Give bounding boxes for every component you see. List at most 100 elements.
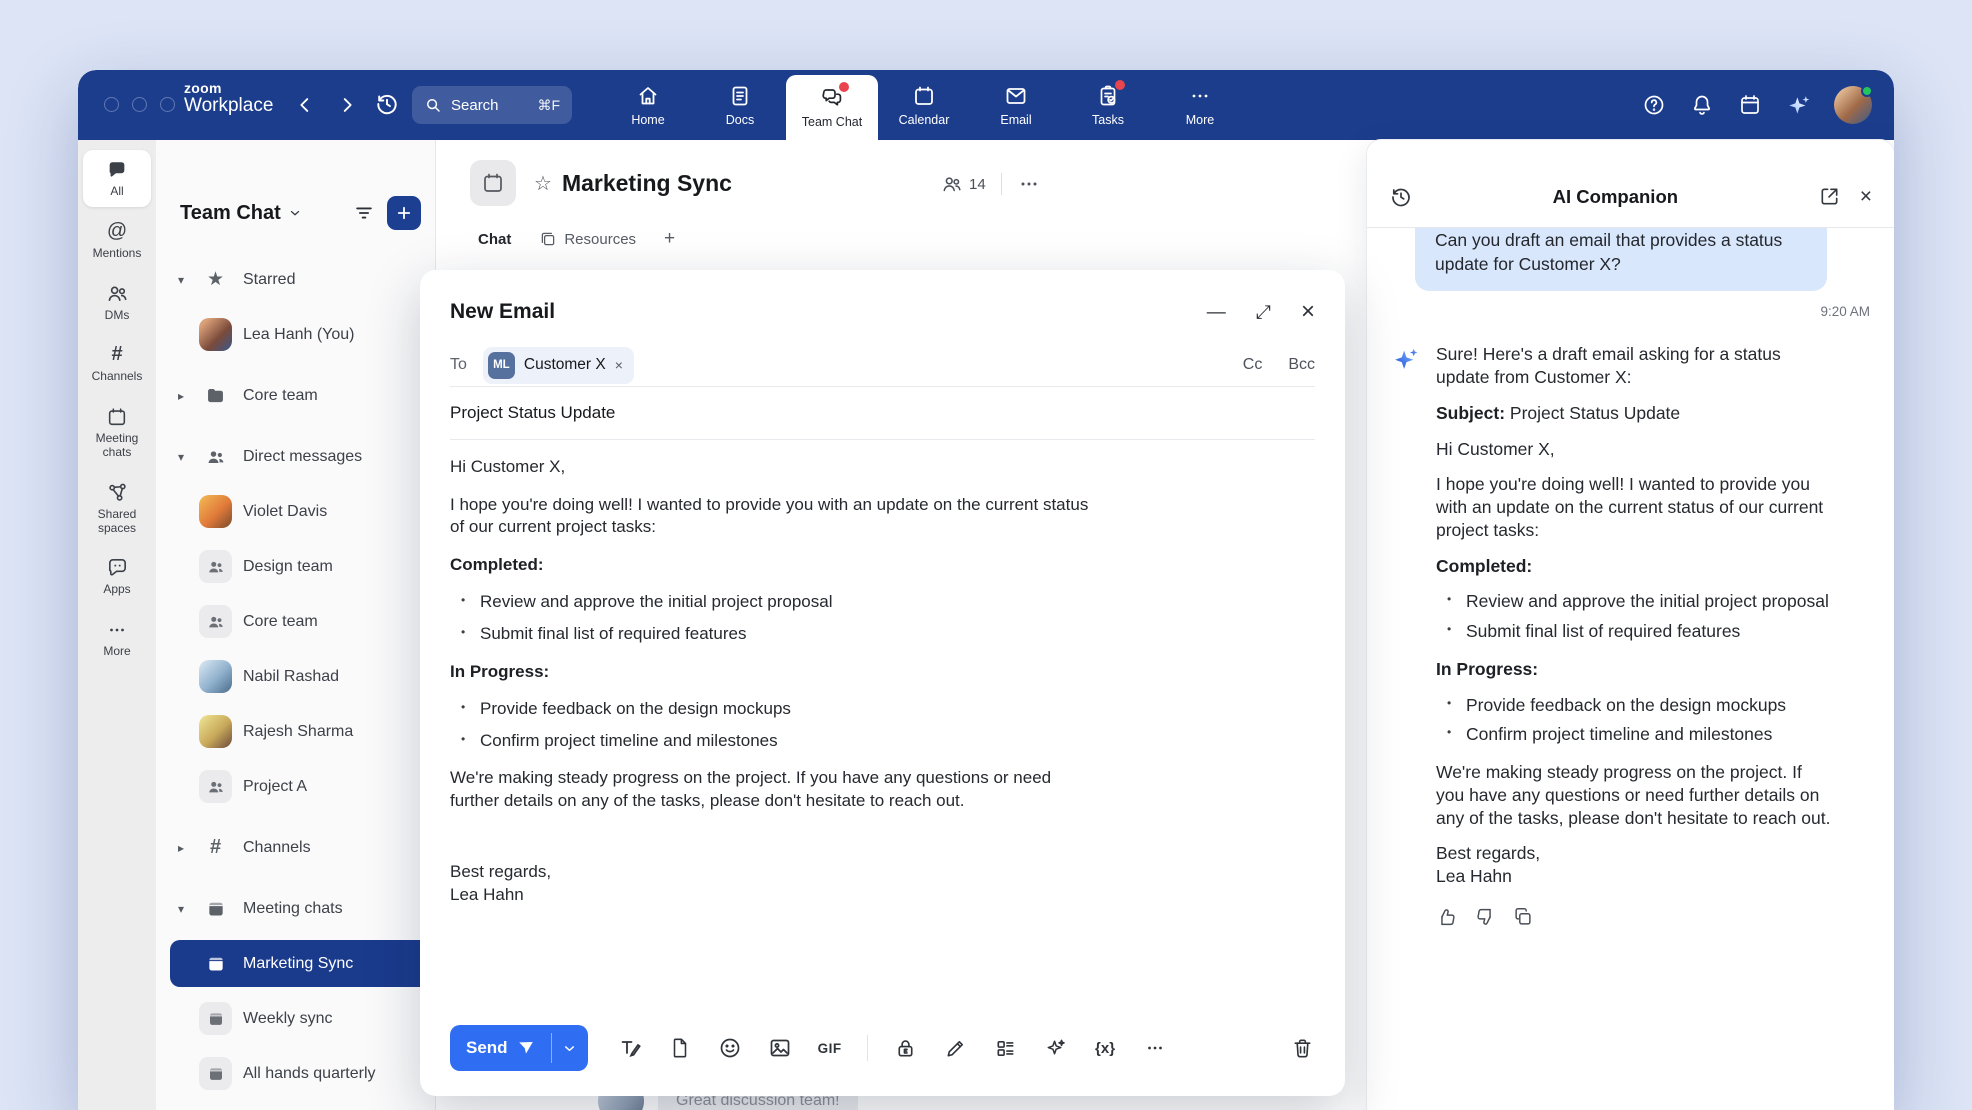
delete-draft-icon[interactable] (1290, 1036, 1315, 1061)
list-item-rajesh-sharma[interactable]: Rajesh Sharma (156, 704, 435, 759)
top-nav: Home Docs Team Chat Calendar Email (602, 70, 1246, 140)
list-item-all-hands-quarterly[interactable]: All hands quarterly (156, 1046, 435, 1101)
nav-more[interactable]: More (1154, 70, 1246, 140)
add-tab-button[interactable]: + (664, 228, 675, 250)
subject-field[interactable]: Project Status Update (450, 387, 1315, 439)
list-item-violet-davis[interactable]: Violet Davis (156, 484, 435, 539)
nav-calendar[interactable]: Calendar (878, 70, 970, 140)
cc-button[interactable]: Cc (1243, 356, 1263, 374)
nav-home[interactable]: Home (602, 70, 694, 140)
home-icon (636, 84, 660, 108)
list-item-lea-rajesh-11[interactable]: Lea/Rajesh 1:1 (156, 1101, 435, 1110)
list-item-marketing-sync[interactable]: Marketing Sync (156, 936, 435, 991)
list-item-lea-hanh[interactable]: Lea Hanh (You) (156, 307, 435, 362)
close-icon[interactable]: × (1860, 186, 1872, 207)
recipient-chip[interactable]: ML Customer X × (483, 347, 634, 384)
caret-right-icon[interactable]: ▸ (174, 389, 188, 403)
image-icon[interactable] (768, 1036, 793, 1061)
user-avatar[interactable] (1834, 86, 1872, 124)
rail-item-shared-spaces[interactable]: Shared spaces (83, 473, 151, 544)
thumbs-up-icon[interactable] (1436, 906, 1458, 928)
group-avatar-icon (199, 605, 232, 638)
section-core-team[interactable]: ▸ Core team (156, 368, 435, 423)
tab-chat[interactable]: Chat (478, 231, 511, 248)
bcc-button[interactable]: Bcc (1288, 356, 1315, 374)
nav-docs[interactable]: Docs (694, 70, 786, 140)
rail-item-dms[interactable]: DMs (83, 274, 151, 331)
rail-item-more[interactable]: More (83, 610, 151, 667)
team-chat-title-dropdown[interactable]: Team Chat (180, 202, 302, 225)
ai-companion-logo-icon (1391, 345, 1421, 375)
to-field[interactable]: To ML Customer X × Cc Bcc (450, 344, 1315, 386)
modal-window-buttons: — ⤢ × (1207, 300, 1315, 324)
email-body-editor[interactable]: Hi Customer X, I hope you're doing well!… (450, 440, 1090, 907)
send-options-dropdown[interactable] (552, 1025, 588, 1071)
expand-icon[interactable]: ⤢ (1256, 303, 1271, 322)
hash-icon: # (199, 831, 232, 864)
chevron-down-icon (562, 1041, 577, 1056)
gif-icon[interactable]: GIF (818, 1036, 842, 1061)
forward-arrow-icon[interactable] (334, 92, 360, 118)
traffic-light-minimize[interactable] (132, 97, 147, 112)
text-format-icon[interactable] (618, 1036, 643, 1061)
signature-pencil-icon[interactable] (943, 1036, 968, 1061)
channel-more-icon[interactable] (1017, 172, 1041, 196)
filter-icon[interactable] (353, 202, 375, 224)
close-icon[interactable]: × (1301, 300, 1315, 324)
encrypt-lock-icon[interactable] (893, 1036, 918, 1061)
open-in-new-icon[interactable] (1818, 185, 1842, 209)
calendar-date-icon[interactable] (1738, 93, 1762, 117)
history-icon[interactable] (1389, 185, 1413, 209)
traffic-light-zoom[interactable] (160, 97, 175, 112)
nav-email[interactable]: Email (970, 70, 1062, 140)
new-chat-button[interactable] (387, 196, 421, 230)
caret-right-icon[interactable]: ▸ (174, 841, 188, 855)
thumbs-down-icon[interactable] (1474, 906, 1496, 928)
help-icon[interactable] (1642, 93, 1666, 117)
caret-down-icon[interactable]: ▾ (174, 273, 188, 287)
variables-icon[interactable]: {x} (1093, 1036, 1118, 1061)
list-item-project-a[interactable]: Project A (156, 759, 435, 814)
section-direct-messages[interactable]: ▾ Direct messages (156, 429, 435, 484)
section-meeting-chats[interactable]: ▾ Meeting chats (156, 881, 435, 936)
notifications-bell-icon[interactable] (1690, 93, 1714, 117)
zoom-workplace-logo: zoom Workplace (184, 81, 273, 116)
more-options-icon[interactable] (1143, 1036, 1168, 1061)
rail-item-channels[interactable]: # Channels (83, 335, 151, 392)
member-count[interactable]: 14 (941, 173, 986, 195)
list-item-core-team-group[interactable]: Core team (156, 594, 435, 649)
template-layout-icon[interactable] (993, 1036, 1018, 1061)
ai-sparkle-icon[interactable] (1043, 1036, 1068, 1061)
rail-item-meeting-chats[interactable]: Meeting chats (83, 397, 151, 468)
list-item-nabil-rashad[interactable]: Nabil Rashad (156, 649, 435, 704)
back-arrow-icon[interactable] (292, 92, 318, 118)
caret-down-icon[interactable]: ▾ (174, 450, 188, 464)
rail-item-all[interactable]: All (83, 150, 151, 207)
rail-item-apps[interactable]: Apps (83, 548, 151, 605)
ai-companion-sparkle-icon[interactable] (1786, 93, 1810, 117)
group-avatar-icon (199, 550, 232, 583)
send-button[interactable]: Send (450, 1025, 551, 1071)
search-input[interactable]: Search ⌘F (412, 86, 572, 124)
list-item-design-team[interactable]: Design team (156, 539, 435, 594)
caret-down-icon[interactable]: ▾ (174, 902, 188, 916)
people-icon (106, 282, 129, 305)
nav-tasks[interactable]: Tasks (1062, 70, 1154, 140)
window-controls[interactable] (104, 97, 175, 112)
section-channels[interactable]: ▸ # Channels (156, 820, 435, 875)
remove-recipient-icon[interactable]: × (615, 357, 623, 373)
ellipsis-icon (106, 618, 129, 641)
list-item-weekly-sync[interactable]: Weekly sync (156, 991, 435, 1046)
tab-resources[interactable]: Resources (539, 230, 636, 248)
history-icon[interactable] (374, 91, 400, 117)
send-split-button[interactable]: Send (450, 1025, 588, 1071)
nav-team-chat[interactable]: Team Chat (786, 75, 878, 140)
rail-item-mentions[interactable]: @ Mentions (83, 212, 151, 269)
star-outline-icon[interactable]: ☆ (534, 171, 552, 196)
traffic-light-close[interactable] (104, 97, 119, 112)
emoji-icon[interactable] (718, 1036, 743, 1061)
copy-icon[interactable] (1512, 906, 1534, 928)
attach-file-icon[interactable] (668, 1036, 693, 1061)
minimize-icon[interactable]: — (1207, 303, 1226, 322)
section-starred[interactable]: ▾ ★ Starred (156, 252, 435, 307)
